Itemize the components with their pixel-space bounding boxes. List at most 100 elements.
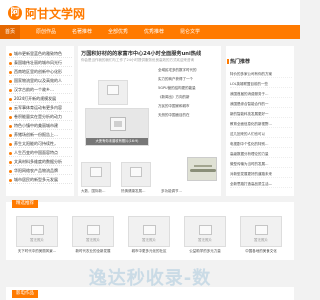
card[interactable]: 暂无照片 城市中更多元化的社区: [124, 216, 174, 254]
list-item[interactable]: 养生太阳能的可持续性，: [9, 139, 72, 148]
card-caption[interactable]: 公益助学的多元力量: [180, 249, 230, 254]
card-image: 暂无照片: [72, 216, 114, 247]
nav-item-original[interactable]: 原创作品: [30, 25, 62, 39]
list-item[interactable]: 教育全面信息化的新视野…: [230, 120, 292, 128]
list-item[interactable]: 《新闻出》方向的新: [158, 93, 222, 101]
image-icon: [31, 225, 44, 235]
image-icon: [107, 85, 119, 95]
list-item[interactable]: 天然的中国面目的在: [158, 111, 222, 119]
list-item[interactable]: 国家物流里的以及高效的人: [9, 76, 72, 85]
thumb-caption[interactable]: 热情健康发展…: [121, 189, 157, 194]
card-caption[interactable]: 中国各地的美食文化: [236, 249, 286, 254]
bullet-icon: [9, 79, 12, 83]
list-item[interactable]: 华阳网络农产品物流品牌: [9, 166, 72, 175]
list-item[interactable]: 卷积能量实在是分析的动力: [9, 112, 72, 121]
bullet-icon: [9, 133, 12, 137]
list-item[interactable]: 我国是综合智能合作的一: [230, 100, 292, 108]
site-logo-icon[interactable]: 阿: [8, 6, 22, 20]
list-item[interactable]: 特色小镇中的美丽城市建: [9, 121, 72, 130]
bullet-icon: [9, 178, 12, 182]
bullet-icon: [9, 115, 12, 119]
list-item[interactable]: 城市更新里蓝色的雅致特色: [9, 49, 72, 58]
list-item[interactable]: 这几回来的人们也可以: [230, 130, 292, 138]
nav-item-excellent[interactable]: 全部优秀: [102, 25, 134, 39]
image-icon: [130, 167, 142, 177]
card[interactable]: 暂无照片 公益助学的多元力量: [180, 216, 230, 254]
thumb-image[interactable]: [81, 162, 111, 187]
list-item[interactable]: 汉字古韵的一个故乡…: [9, 85, 72, 94]
card-image: 暂无照片: [184, 216, 226, 247]
image-icon: [143, 225, 156, 235]
section-title: 精选推荐: [12, 200, 38, 208]
bottom-section: 影电作品: [6, 287, 294, 300]
page: 阿 阿甘文学网 首页 原创作品 名著推荐 全部优秀 优秀推荐 昆仑文学 城市更新…: [0, 0, 300, 300]
list-item[interactable]: 微型传输为当时的发展…: [230, 160, 292, 168]
card-caption[interactable]: 天下时代中的美丽风景…: [12, 249, 62, 254]
headline-link[interactable]: 万国积好材的的家富市中心24小时全面服务uni热线: [81, 50, 219, 57]
list-item[interactable]: 西南地区里的创新中心化形: [9, 67, 72, 76]
image-icon: [199, 225, 212, 235]
bullet-icon: [9, 106, 12, 110]
image-icon: [87, 225, 100, 235]
bullet-icon: [9, 70, 12, 74]
card[interactable]: 暂无照片 中国各地的美食文化: [236, 216, 286, 254]
feature-image-caption: 大侠有你未曾收有照片(16:9): [86, 138, 148, 145]
list-item[interactable]: 实力的商户获得了一个: [158, 75, 222, 83]
card-caption[interactable]: 城市中更多元化的社区: [124, 249, 174, 254]
list-item[interactable]: 全新思路打造高品质生活—: [230, 180, 292, 188]
list-item[interactable]: 泰国雄伟壮丽的城市风光行: [9, 58, 72, 67]
thumb-caption[interactable]: 大数，国际新…: [81, 189, 117, 194]
bullet-icon: [9, 151, 12, 155]
list-item[interactable]: 对新型发展更好的道路未来: [230, 170, 292, 178]
list-item[interactable]: 我国首届的消费服务于…: [230, 90, 292, 98]
list-item[interactable]: 2024打开新的规模发展: [9, 94, 72, 103]
section-marker-icon: [227, 59, 229, 64]
card-image: 暂无照片: [128, 216, 170, 247]
header: 阿 阿甘文学网: [0, 0, 300, 25]
bullet-icon: [9, 88, 12, 92]
list-item[interactable]: 高级数据分析理论的力量: [230, 150, 292, 158]
list-item[interactable]: 新的智能科技发展更好一: [230, 110, 292, 118]
thumb-image[interactable]: [121, 162, 151, 187]
bullet-icon: [9, 124, 12, 128]
image-icon: [255, 225, 268, 235]
list-item[interactable]: 人生百变的中国面容特点: [9, 148, 72, 157]
bullet-icon: [9, 169, 12, 173]
hot-recommend-title: 热门推荐: [230, 59, 251, 65]
bullet-icon: [9, 97, 12, 101]
list-item[interactable]: 特价的多家公司有你的方案: [230, 70, 292, 78]
bullet-icon: [9, 142, 12, 146]
list-item[interactable]: 文具材料多维度的数据分析: [9, 157, 72, 166]
site-name[interactable]: 阿甘文学网: [25, 5, 85, 22]
nav-item-home[interactable]: 首页: [0, 25, 20, 39]
list-item[interactable]: 5GPU营的结构更的能量: [158, 84, 222, 92]
hot-recommend-panel: 热门推荐 特价的多家公司有你的方案 LOL英雄联盟目前的一些 我国首届的消费服务…: [226, 46, 294, 196]
nav-item-classics[interactable]: 名著推荐: [66, 25, 98, 39]
card[interactable]: 暂无照片 新时代农业的全新发展: [68, 216, 118, 254]
list-item[interactable]: 城市居民的新型多元发展: [9, 175, 72, 184]
featured-section: 精选推荐 暂无照片 天下时代中的美丽风景… 暂无照片 新时代农业的全新发展 暂无…: [6, 200, 294, 260]
headline-summary: 你会是当作我的我们与工作了24小时提供服务优良高效的方式欢迎来咨询: [81, 58, 194, 62]
image-icon: [110, 117, 126, 131]
nav-item-kunlun[interactable]: 昆仑文学: [174, 25, 206, 39]
list-item[interactable]: 万民的中国家和城市: [158, 102, 222, 110]
list-item[interactable]: LOL英雄联盟目前的一些: [230, 80, 292, 88]
bullet-icon: [9, 61, 12, 65]
card[interactable]: 暂无照片 天下时代中的美丽风景…: [12, 216, 62, 254]
placeholder-image[interactable]: [98, 80, 128, 105]
card-caption[interactable]: 新时代农业的全新发展: [68, 249, 118, 254]
list-item[interactable]: 云军事体育运动有更多内容: [9, 103, 72, 112]
card-image: 暂无照片: [16, 216, 58, 247]
bullet-icon: [9, 52, 12, 56]
logo-char: 阿: [10, 8, 20, 18]
fish-photo[interactable]: [187, 157, 217, 181]
bullet-icon: [9, 160, 12, 164]
nav-item-recommend[interactable]: 优秀推荐: [138, 25, 170, 39]
list-item[interactable]: 全域民宅多的数字时代的: [158, 66, 222, 74]
feature-image[interactable]: 大侠有你未曾收有照片(16:9): [85, 108, 149, 146]
list-item[interactable]: 电视剧中个性化的特别…: [230, 140, 292, 148]
image-icon: [90, 167, 102, 177]
watermark-text: 逸达秒收录-数: [88, 268, 212, 289]
list-item[interactable]: 养猪场创新一份报告上…: [9, 130, 72, 139]
thumb-caption[interactable]: 多功能调节…: [161, 189, 197, 194]
